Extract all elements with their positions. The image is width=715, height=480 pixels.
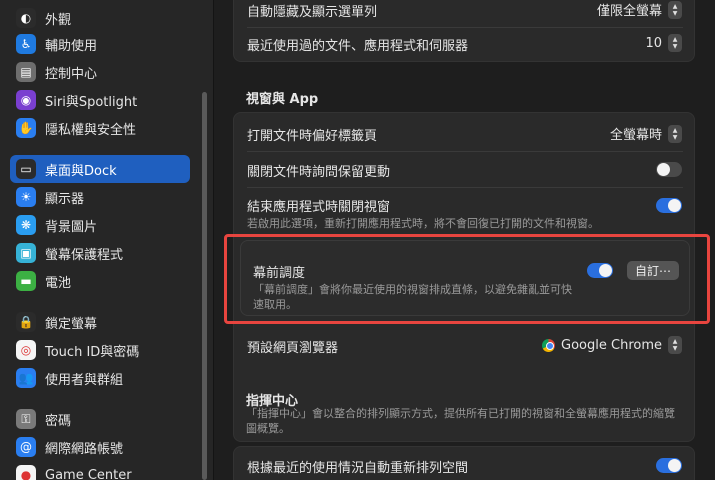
sidebar-scrollbar[interactable] [202, 92, 207, 480]
prefer-tabs-label: 打開文件時偏好標籤頁 [247, 129, 378, 144]
close-windows-description: 若啟用此選項，重新打開應用程式時，將不會回復已打開的文件和視窗。 [247, 217, 599, 230]
sidebar-item-label: Siri與Spotlight [45, 94, 138, 110]
mission-control-description: 「指揮中心」會以整合的排列顯示方式，提供所有已打開的視窗和全螢幕應用程式的縮覽 … [246, 406, 686, 436]
mission-control-description-line1: 「指揮中心」會以整合的排列顯示方式，提供所有已打開的視窗和全螢幕應用程式的縮覽 [246, 407, 675, 420]
control-center-icon: ▤ [16, 62, 36, 82]
stepper-icon: ▲ ▼ [668, 34, 682, 52]
windows-apps-section-title: 視窗與 App [246, 92, 319, 107]
mission-control-description-line2: 圖概覽。 [246, 422, 290, 435]
sidebar: ◐ 外觀 ♿ 輔助使用 ▤ 控制中心 ◉ Siri與Spotlight ✋ 隱私權與安全性 ▭ 桌面與… [0, 0, 214, 480]
stepper-icon: ▲ ▼ [668, 0, 682, 19]
sidebar-item[interactable]: ● Game Center [10, 461, 190, 480]
divider [247, 27, 683, 28]
default-browser-popup[interactable]: Google Chrome ▲ ▼ [542, 336, 682, 354]
sidebar-item-label: Game Center [45, 467, 132, 480]
sidebar-item-label: 使用者與群組 [45, 372, 124, 388]
sidebar-item[interactable]: ☀ 顯示器 [10, 183, 190, 211]
close-windows-label: 結束應用程式時關閉視窗 [247, 200, 391, 215]
prefer-tabs-popup[interactable]: 全螢幕時 ▲ ▼ [610, 124, 682, 143]
stage-manager-highlight-frame [224, 234, 710, 324]
sidebar-item-label: Touch ID與密碼 [45, 344, 140, 360]
sidebar-item-label: 控制中心 [45, 66, 98, 82]
stepper-icon: ▲ ▼ [668, 124, 682, 143]
divider [247, 187, 683, 188]
sidebar-item[interactable]: ⚿ 密碼 [10, 405, 190, 433]
sidebar-item-label: 鎖定螢幕 [45, 316, 98, 332]
recent-items-popup[interactable]: 10 ▲ ▼ [645, 34, 682, 52]
sidebar-item-label: 輔助使用 [45, 38, 98, 54]
sidebar-item-label: 電池 [45, 275, 72, 291]
screensaver-icon: ▣ [16, 243, 36, 263]
prefer-tabs-value: 全螢幕時 [609, 128, 662, 143]
game-center-icon: ● [16, 465, 36, 480]
desktop-dock-icon: ▭ [16, 159, 36, 179]
sidebar-item[interactable]: ◎ Touch ID與密碼 [10, 336, 190, 364]
siri-icon: ◉ [16, 90, 36, 110]
default-browser-value: Google Chrome [561, 337, 662, 353]
sidebar-item-label: 桌面與Dock [45, 163, 117, 179]
ask-keep-changes-toggle[interactable] [656, 162, 682, 177]
sidebar-item-label: 密碼 [45, 413, 72, 429]
sidebar-item-label: 顯示器 [45, 191, 85, 207]
recent-items-label: 最近使用過的文件、應用程式和伺服器 [247, 39, 469, 54]
divider [247, 151, 683, 152]
accessibility-icon: ♿ [16, 34, 36, 54]
recent-items-value: 10 [645, 35, 662, 51]
default-browser-label: 預設網頁瀏覽器 [247, 341, 339, 356]
auto-hide-menubar-label: 自動隱藏及顯示選單列 [247, 5, 378, 20]
sidebar-item-label: 網際網路帳號 [45, 441, 124, 457]
sidebar-item[interactable]: ♿ 輔助使用 [10, 30, 190, 58]
sidebar-item[interactable]: ▤ 控制中心 [10, 58, 190, 86]
sidebar-item[interactable]: ◉ Siri與Spotlight [10, 86, 190, 114]
chrome-icon [542, 338, 556, 352]
privacy-hand-icon: ✋ [16, 118, 36, 138]
sidebar-item[interactable]: 🔒 鎖定螢幕 [10, 308, 190, 336]
appearance-icon: ◐ [16, 8, 36, 28]
close-windows-toggle[interactable] [656, 198, 682, 213]
sidebar-item[interactable]: ❋ 背景圖片 [10, 211, 190, 239]
sidebar-item-label: 背景圖片 [45, 219, 98, 235]
touch-id-icon: ◎ [16, 340, 36, 360]
sidebar-item[interactable]: ▬ 電池 [10, 267, 190, 295]
users-groups-icon: 👥 [16, 368, 36, 388]
sidebar-item[interactable]: 👥 使用者與群組 [10, 364, 190, 392]
sidebar-item[interactable]: ✋ 隱私權與安全性 [10, 114, 190, 142]
internet-accounts-icon: @ [16, 437, 36, 457]
mission-control-card: 根據最近的使用情況自動重新排列空間 [233, 446, 695, 480]
auto-rearrange-spaces-label: 根據最近的使用情況自動重新排列空間 [247, 461, 469, 476]
wallpaper-icon: ❋ [16, 215, 36, 235]
sidebar-item-label: 螢幕保護程式 [45, 247, 124, 263]
sidebar-item[interactable]: ◐ 外觀 [10, 4, 190, 32]
battery-icon: ▬ [16, 271, 36, 291]
sidebar-item-label: 隱私權與安全性 [45, 122, 137, 138]
sidebar-item[interactable]: ▣ 螢幕保護程式 [10, 239, 190, 267]
stepper-icon: ▲ ▼ [668, 336, 682, 354]
sidebar-item-label: 外觀 [45, 12, 72, 28]
lock-screen-icon: 🔒 [16, 312, 36, 332]
auto-rearrange-spaces-toggle[interactable] [656, 458, 682, 473]
sidebar-item[interactable]: ▭ 桌面與Dock [10, 155, 190, 183]
displays-icon: ☀ [16, 187, 36, 207]
ask-keep-changes-label: 關閉文件時詢問保留更動 [247, 165, 391, 180]
auto-hide-menubar-value: 僅限全螢幕 [596, 4, 662, 19]
menu-bar-card: 自動隱藏及顯示選單列 僅限全螢幕 ▲ ▼ 最近使用過的文件、應用程式和伺服器 10… [233, 0, 695, 62]
auto-hide-menubar-popup[interactable]: 僅限全螢幕 ▲ ▼ [597, 0, 682, 19]
sidebar-item[interactable]: @ 網際網路帳號 [10, 433, 190, 461]
passwords-key-icon: ⚿ [16, 409, 36, 429]
